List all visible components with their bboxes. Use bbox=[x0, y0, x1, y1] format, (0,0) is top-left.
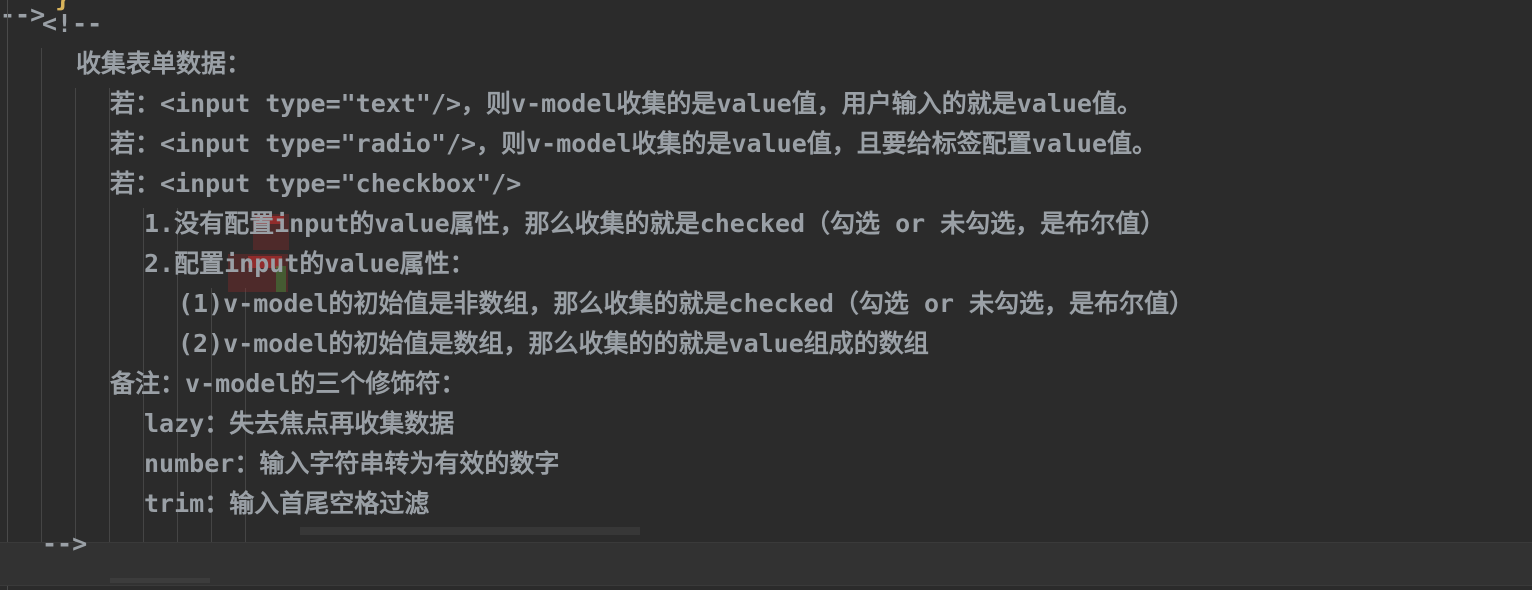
code-text-ascii: checked bbox=[699, 209, 806, 238]
code-text-cjk: 值，用户输入的就是 bbox=[791, 89, 1017, 118]
code-text-cjk: 若： bbox=[110, 129, 161, 158]
code-text-cjk: 值。 bbox=[1091, 89, 1142, 118]
code-text-cjk: 若： bbox=[110, 169, 161, 198]
code-text-cjk: 属性： bbox=[399, 249, 475, 278]
code-line[interactable]: 1.没有配置input的value属性，那么收集的就是checked（勾选 or… bbox=[0, 204, 1532, 244]
code-line[interactable]: 若：<input type="checkbox"/> bbox=[0, 164, 1532, 204]
code-text-ascii: <!-- bbox=[42, 9, 103, 38]
code-text-ascii: value bbox=[1016, 89, 1092, 118]
code-text-ascii: value bbox=[324, 249, 400, 278]
code-line[interactable]: 若：<input type="radio"/>，则v-model收集的是valu… bbox=[0, 124, 1532, 164]
code-text-cjk: 未勾选，是布尔值） bbox=[940, 209, 1166, 238]
code-text-ascii: 2. bbox=[144, 249, 175, 278]
code-text-ascii: value bbox=[374, 209, 450, 238]
code-text-cjk: 的初始值是非数组，那么收集的就是 bbox=[328, 289, 729, 318]
code-text-ascii: 1. bbox=[144, 209, 175, 238]
code-text-cjk: ：输入首尾空格过滤 bbox=[204, 489, 430, 518]
code-text-cjk: 组成的数组 bbox=[803, 329, 929, 358]
code-text-ascii: checked bbox=[728, 289, 834, 318]
code-text-cjk: 未勾选，是布尔值） bbox=[969, 289, 1195, 318]
code-text-cjk: 没有配置 bbox=[174, 209, 275, 238]
code-text-ascii: (2)v-model bbox=[178, 329, 329, 358]
code-line[interactable]: number：输入字符串转为有效的数字 bbox=[0, 444, 1532, 484]
code-text-ascii: <input type="text"/> bbox=[160, 89, 462, 118]
code-text-cjk: 值，且要给标签配置 bbox=[806, 129, 1032, 158]
code-text-ascii: (1)v-model bbox=[178, 289, 329, 318]
code-text-ascii: or bbox=[908, 289, 970, 318]
code-text-ascii: <input type="checkbox"/> bbox=[160, 169, 522, 198]
code-text-cjk: ：输入字符串转为有效的数字 bbox=[234, 449, 560, 478]
code-text-cjk: ，则 bbox=[476, 129, 527, 158]
code-text-cjk: （勾选 bbox=[805, 209, 881, 238]
code-text-ascii: value bbox=[731, 129, 807, 158]
code-text-cjk: 备注： bbox=[110, 369, 186, 398]
code-text-ascii: or bbox=[880, 209, 941, 238]
code-text-ascii: v-model bbox=[511, 89, 617, 118]
code-line[interactable]: (1)v-model的初始值是非数组，那么收集的就是checked（勾选 or … bbox=[0, 284, 1532, 324]
code-text-cjk: 收集的是 bbox=[616, 89, 717, 118]
code-text-cjk: ：失去焦点再收集数据 bbox=[204, 409, 455, 438]
code-line[interactable]: --> bbox=[0, 524, 1532, 564]
code-text-ascii: trim bbox=[144, 489, 205, 518]
code-text-cjk: 的初始值是数组，那么收集的的就是 bbox=[328, 329, 729, 358]
code-text-ascii: value bbox=[716, 89, 792, 118]
code-editor-pane[interactable]: } --> <!--收集表单数据：若：<input type="text"/>，… bbox=[0, 0, 1532, 590]
code-text-ascii: <input type="radio"/> bbox=[160, 129, 477, 158]
ghost-underline-1 bbox=[110, 578, 210, 583]
code-text-ascii: input bbox=[224, 249, 300, 278]
code-text-ascii: input bbox=[274, 209, 350, 238]
code-line[interactable]: 2.配置input的value属性： bbox=[0, 244, 1532, 284]
code-text-cjk: 的三个修饰符： bbox=[290, 369, 466, 398]
code-text-ascii: value bbox=[728, 329, 804, 358]
code-text-cjk: 配置 bbox=[174, 249, 225, 278]
code-line[interactable]: trim：输入首尾空格过滤 bbox=[0, 484, 1532, 524]
code-text-cjk: 属性，那么收集的就是 bbox=[449, 209, 700, 238]
code-text-cjk: 值。 bbox=[1107, 129, 1158, 158]
code-text-ascii: --> bbox=[42, 529, 88, 558]
code-text-cjk: （勾选 bbox=[833, 289, 909, 318]
code-text-cjk: 的 bbox=[349, 209, 375, 238]
code-line[interactable]: <!-- bbox=[0, 4, 1532, 44]
code-text-cjk: ，则 bbox=[461, 89, 512, 118]
code-line[interactable]: (2)v-model的初始值是数组，那么收集的的就是value组成的数组 bbox=[0, 324, 1532, 364]
code-text-ascii: lazy bbox=[144, 409, 205, 438]
code-text-cjk: 收集的是 bbox=[631, 129, 732, 158]
code-text-ascii: v-model bbox=[526, 129, 632, 158]
code-line[interactable]: 收集表单数据： bbox=[0, 44, 1532, 84]
code-text-cjk: 的 bbox=[299, 249, 325, 278]
code-text-cjk: 收集表单数据： bbox=[76, 49, 252, 78]
code-line[interactable]: 备注：v-model的三个修饰符： bbox=[0, 364, 1532, 404]
code-text-cjk: 若： bbox=[110, 89, 161, 118]
code-line[interactable]: lazy：失去焦点再收集数据 bbox=[0, 404, 1532, 444]
code-text-ascii: v-model bbox=[185, 369, 291, 398]
code-text-ascii: number bbox=[144, 449, 235, 478]
code-text-ascii: value bbox=[1031, 129, 1108, 158]
code-line[interactable]: 若：<input type="text"/>，则v-model收集的是value… bbox=[0, 84, 1532, 124]
